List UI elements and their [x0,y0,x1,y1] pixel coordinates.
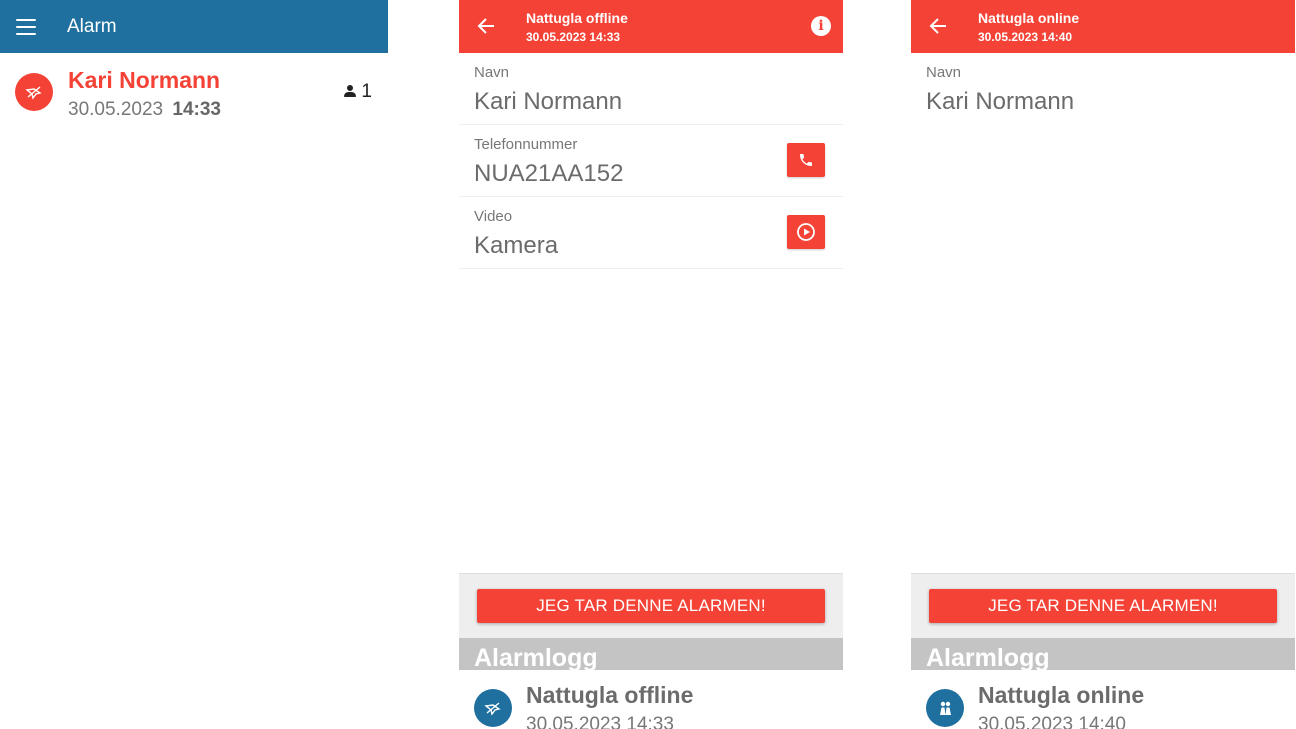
alarm-log-header: Alarmlogg [911,638,1295,670]
info-icon[interactable]: i [811,16,831,36]
field-value: Kari Normann [926,88,1075,115]
field-label: Video [474,208,513,225]
page-title: Alarm [67,15,117,37]
play-video-button[interactable] [787,215,825,249]
bottom-panel: JEG TAR DENNE ALARMEN! Alarmlogg Nattugl… [911,573,1295,729]
field-video: Video Kamera [459,197,843,269]
field-name: Navn Kari Normann [911,53,1295,125]
list-item[interactable]: Kari Normann 30.05.2023 14:33 1 [0,53,388,133]
alarm-log-title: Alarmlogg [926,644,1050,670]
field-value: Kamera [474,232,559,259]
field-label: Telefonnummer [474,136,578,153]
back-arrow-icon[interactable] [927,15,949,37]
alarm-log-header: Alarmlogg [459,638,843,670]
call-button[interactable] [787,143,825,177]
field-label: Navn [926,64,962,81]
field-name: Navn Kari Normann [459,53,843,125]
owl-online-icon [926,689,964,727]
button-area: JEG TAR DENNE ALARMEN! [911,573,1295,638]
alarm-name: Kari Normann [68,67,221,93]
page-subtitle: 30.05.2023 14:40 [978,30,1073,44]
field-value: NUA21AA152 [474,160,624,187]
alarm-list-screen: Alarm Kari Normann 30.05.2023 14:33 1 [0,0,388,729]
alarm-detail-online-screen: Nattugla online 30.05.2023 14:40 Navn Ka… [911,0,1295,729]
back-arrow-icon[interactable] [475,15,497,37]
alarm-datetime: 30.05.2023 14:33 [68,99,221,121]
alarm-time: 14:33 [172,99,221,120]
field-label: Navn [474,64,510,81]
log-time: 30.05.2023 14:33 [526,714,674,729]
phone-icon [800,154,812,166]
app-bar: Nattugla offline 30.05.2023 14:33 i [459,0,843,53]
bird-offline-icon [474,689,512,727]
responder-count-value: 1 [361,81,372,102]
app-bar: Nattugla online 30.05.2023 14:40 [911,0,1295,53]
log-time: 30.05.2023 14:40 [978,714,1126,729]
bottom-panel: JEG TAR DENNE ALARMEN! Alarmlogg Nattugl… [459,573,843,729]
alarm-log-title: Alarmlogg [474,644,598,670]
log-entry: Nattugla online 30.05.2023 14:40 [911,670,1295,729]
field-value: Kari Normann [474,88,623,115]
field-phone: Telefonnummer NUA21AA152 [459,125,843,197]
log-event: Nattugla online [978,682,1145,708]
button-area: JEG TAR DENNE ALARMEN! [459,573,843,638]
app-bar: Alarm [0,0,388,53]
take-alarm-button[interactable]: JEG TAR DENNE ALARMEN! [477,589,825,623]
person-icon [343,85,357,99]
page-title: Nattugla online [978,10,1080,26]
log-event: Nattugla offline [526,682,694,708]
alarm-detail-offline-screen: Nattugla offline 30.05.2023 14:33 i Navn… [459,0,843,729]
play-icon [797,223,815,241]
alarm-date: 30.05.2023 [68,99,164,120]
take-alarm-button[interactable]: JEG TAR DENNE ALARMEN! [929,589,1277,623]
bird-offline-icon [15,73,53,111]
page-subtitle: 30.05.2023 14:33 [526,30,621,44]
page-title: Nattugla offline [526,10,628,26]
responder-count: 1 [343,81,372,103]
log-entry: Nattugla offline 30.05.2023 14:33 [459,670,843,729]
menu-icon[interactable] [16,18,36,35]
